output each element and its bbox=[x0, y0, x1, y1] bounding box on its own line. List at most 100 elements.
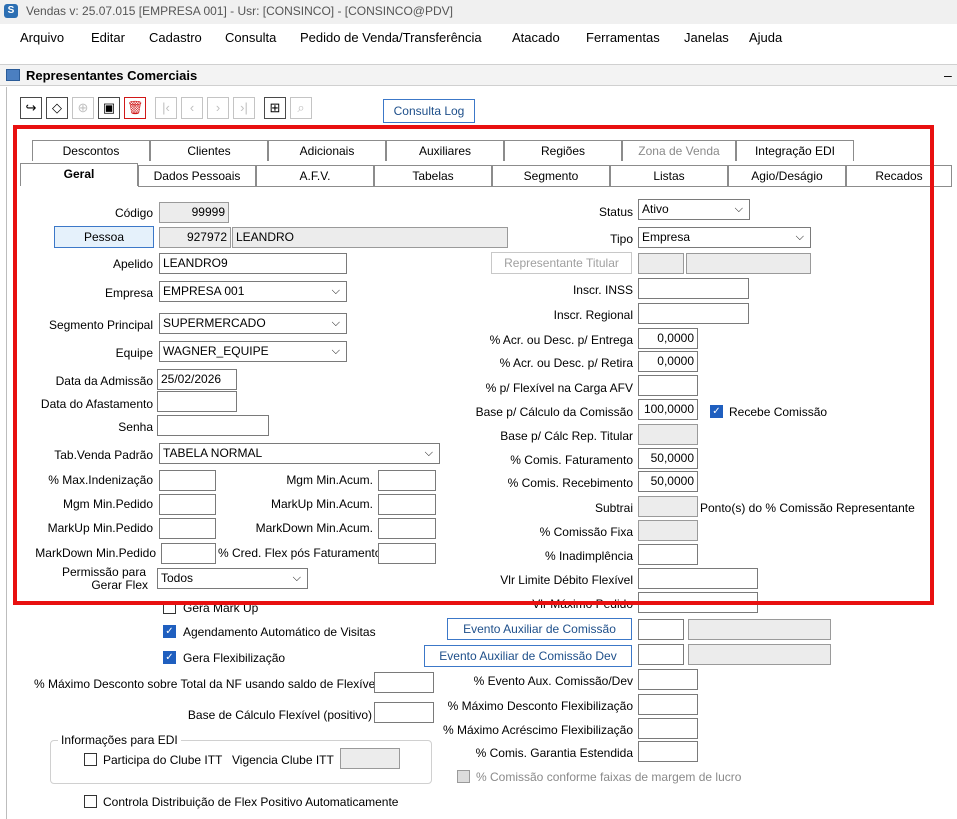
acr-retira-field[interactable]: 0,0000 bbox=[638, 351, 698, 372]
evento-aux-dev-id-field[interactable] bbox=[638, 644, 684, 665]
comissao-faixas-checkbox[interactable] bbox=[457, 770, 470, 783]
delete-icon[interactable]: 🗑 bbox=[124, 97, 146, 119]
empresa-label: Empresa bbox=[104, 286, 153, 300]
menu-cadastro[interactable]: Cadastro bbox=[149, 30, 202, 45]
tabvenda-select[interactable]: TABELA NORMAL ⌵ bbox=[159, 443, 440, 464]
evento-aux-comdev-field[interactable] bbox=[638, 669, 698, 690]
max-desc-nf-field[interactable] bbox=[374, 672, 434, 693]
base-rep-titular-label: Base p/ Cálc Rep. Titular bbox=[500, 429, 633, 443]
add-icon[interactable]: ⊕ bbox=[72, 97, 94, 119]
equipe-value: WAGNER_EQUIPE bbox=[163, 344, 269, 358]
inscr-inss-field[interactable] bbox=[638, 278, 749, 299]
menu-atacado[interactable]: Atacado bbox=[512, 30, 560, 45]
base-flex-field[interactable] bbox=[374, 702, 434, 723]
panel-border bbox=[6, 87, 7, 819]
tipo-select[interactable]: Empresa ⌵ bbox=[638, 227, 811, 248]
inscr-regional-field[interactable] bbox=[638, 303, 749, 324]
menu-editar[interactable]: Editar bbox=[91, 30, 125, 45]
agendamento-checkbox[interactable]: ✓ bbox=[163, 625, 176, 638]
gera-flex-checkbox[interactable]: ✓ bbox=[163, 651, 176, 664]
vlr-maximo-field[interactable] bbox=[638, 592, 758, 613]
clube-itt-checkbox[interactable] bbox=[84, 753, 97, 766]
apelido-field[interactable]: LEANDRO9 bbox=[159, 253, 347, 274]
mgm-min-pedido-field[interactable] bbox=[159, 494, 216, 515]
cred-flex-field[interactable] bbox=[378, 543, 436, 564]
tab-agio-desagio[interactable]: Agio/Deságio bbox=[728, 165, 846, 186]
empresa-value: EMPRESA 001 bbox=[163, 284, 245, 298]
comissao-faixas-label: % Comissão conforme faixas de margem de … bbox=[476, 770, 742, 784]
tab-integracao-edi[interactable]: Integração EDI bbox=[736, 140, 854, 161]
tab-clientes[interactable]: Clientes bbox=[150, 140, 268, 161]
comis-faturamento-field[interactable]: 50,0000 bbox=[638, 448, 698, 469]
flex-carga-field[interactable] bbox=[638, 375, 698, 396]
representante-titular-button[interactable]: Representante Titular bbox=[491, 252, 632, 274]
tab-recados[interactable]: Recados bbox=[846, 165, 952, 186]
base-comissao-field[interactable]: 100,0000 bbox=[638, 399, 698, 420]
vlr-limite-field[interactable] bbox=[638, 568, 758, 589]
eraser-icon[interactable]: ◇ bbox=[46, 97, 68, 119]
segmento-value: SUPERMERCADO bbox=[163, 316, 266, 330]
empresa-select[interactable]: EMPRESA 001 ⌵ bbox=[159, 281, 347, 302]
search-icon[interactable]: ⌕ bbox=[290, 97, 312, 119]
senha-field[interactable] bbox=[157, 415, 269, 436]
markup-min-acum-field[interactable] bbox=[378, 494, 436, 515]
mgm-min-pedido-label: Mgm Min.Pedido bbox=[62, 497, 153, 511]
afastamento-field[interactable] bbox=[157, 391, 237, 412]
acr-entrega-field[interactable]: 0,0000 bbox=[638, 328, 698, 349]
admissao-field[interactable]: 25/02/2026 bbox=[157, 369, 237, 390]
tab-listas[interactable]: Listas bbox=[610, 165, 728, 186]
tab-tabelas[interactable]: Tabelas bbox=[374, 165, 492, 186]
pessoa-button[interactable]: Pessoa bbox=[54, 226, 154, 248]
next-icon[interactable]: › bbox=[207, 97, 229, 119]
status-value: Ativo bbox=[642, 202, 669, 216]
recebe-comissao-checkbox[interactable]: ✓ bbox=[710, 405, 723, 418]
tab-afv[interactable]: A.F.V. bbox=[256, 165, 374, 186]
tab-regioes[interactable]: Regiões bbox=[504, 140, 622, 161]
menu-ferramentas[interactable]: Ferramentas bbox=[586, 30, 660, 45]
exit-icon[interactable]: ↪ bbox=[20, 97, 42, 119]
max-desc-flex-field[interactable] bbox=[638, 694, 698, 715]
markdown-min-pedido-field[interactable] bbox=[161, 543, 216, 564]
acr-entrega-label: % Acr. ou Desc. p/ Entrega bbox=[489, 333, 633, 347]
save-icon[interactable]: ▣ bbox=[98, 97, 120, 119]
vlr-limite-label: Vlr Limite Débito Flexível bbox=[500, 573, 633, 587]
inadimplencia-field[interactable] bbox=[638, 544, 698, 565]
grid-icon[interactable]: ⊞ bbox=[264, 97, 286, 119]
markup-min-pedido-field[interactable] bbox=[159, 518, 216, 539]
markdown-min-acum-field[interactable] bbox=[378, 518, 436, 539]
tab-zona-venda[interactable]: Zona de Venda bbox=[622, 140, 736, 161]
max-acr-flex-field[interactable] bbox=[638, 718, 698, 739]
tab-segmento[interactable]: Segmento bbox=[492, 165, 610, 186]
gera-markup-checkbox[interactable] bbox=[163, 601, 176, 614]
tab-geral[interactable]: Geral bbox=[20, 163, 138, 186]
tab-adicionais[interactable]: Adicionais bbox=[268, 140, 386, 161]
permissao-select[interactable]: Todos ⌵ bbox=[157, 568, 308, 589]
minimize-button[interactable]: – bbox=[944, 67, 952, 83]
status-select[interactable]: Ativo ⌵ bbox=[638, 199, 750, 220]
first-icon[interactable]: |‹ bbox=[155, 97, 177, 119]
segmento-select[interactable]: SUPERMERCADO ⌵ bbox=[159, 313, 347, 334]
last-icon[interactable]: ›| bbox=[233, 97, 255, 119]
menu-ajuda[interactable]: Ajuda bbox=[749, 30, 782, 45]
markup-min-pedido-label: MarkUp Min.Pedido bbox=[47, 521, 153, 535]
acr-retira-label: % Acr. ou Desc. p/ Retira bbox=[499, 356, 633, 370]
controla-flex-checkbox[interactable] bbox=[84, 795, 97, 808]
menu-janelas[interactable]: Janelas bbox=[684, 30, 729, 45]
comis-recebimento-field[interactable]: 50,0000 bbox=[638, 471, 698, 492]
evento-aux-id-field[interactable] bbox=[638, 619, 684, 640]
menu-arquivo[interactable]: Arquivo bbox=[20, 30, 64, 45]
subtrai-field bbox=[638, 496, 698, 517]
max-indenizacao-field[interactable] bbox=[159, 470, 216, 491]
equipe-select[interactable]: WAGNER_EQUIPE ⌵ bbox=[159, 341, 347, 362]
mgm-min-acum-field[interactable] bbox=[378, 470, 436, 491]
tab-descontos[interactable]: Descontos bbox=[32, 140, 150, 161]
consulta-log-button[interactable]: Consulta Log bbox=[383, 99, 475, 123]
evento-aux-comissao-button[interactable]: Evento Auxiliar de Comissão bbox=[447, 618, 632, 640]
comis-garantia-field[interactable] bbox=[638, 741, 698, 762]
menu-pedido-venda[interactable]: Pedido de Venda/Transferência bbox=[300, 30, 482, 45]
menu-consulta[interactable]: Consulta bbox=[225, 30, 276, 45]
evento-aux-comissao-dev-button[interactable]: Evento Auxiliar de Comissão Dev bbox=[424, 645, 632, 667]
tab-dados-pessoais[interactable]: Dados Pessoais bbox=[138, 165, 256, 186]
tab-auxiliares[interactable]: Auxiliares bbox=[386, 140, 504, 161]
prev-icon[interactable]: ‹ bbox=[181, 97, 203, 119]
